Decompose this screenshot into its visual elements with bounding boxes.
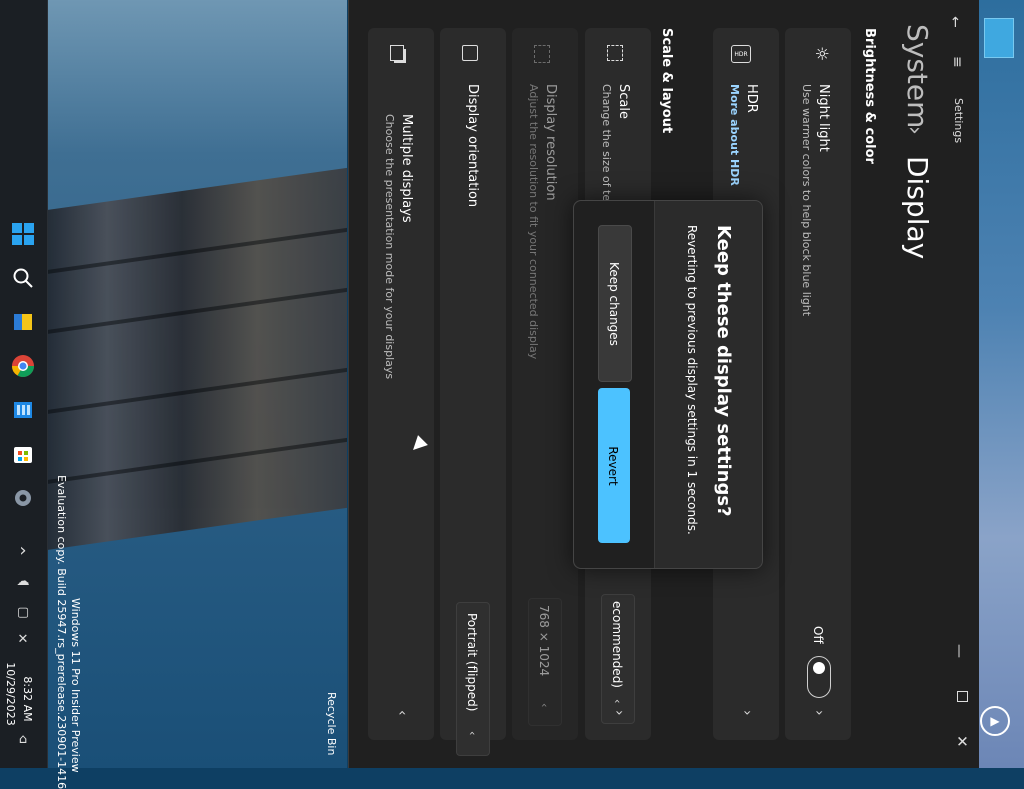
- back-arrow-icon[interactable]: ←: [947, 16, 963, 28]
- chevron-right-icon[interactable]: ‹: [394, 710, 410, 716]
- settings-gear-icon[interactable]: [10, 485, 36, 511]
- store-icon[interactable]: [10, 441, 36, 467]
- resolution-dropdown: 768 × 1024 ‹: [528, 598, 562, 726]
- scale-value: ecommended): [610, 601, 624, 688]
- maximize-button[interactable]: [957, 691, 968, 702]
- recycle-bin-label[interactable]: Recycle Bin: [325, 692, 338, 755]
- chrome-icon[interactable]: [10, 353, 36, 379]
- file-explorer-icon[interactable]: [10, 309, 36, 335]
- orientation-title: Display orientation: [465, 84, 480, 208]
- watermark-line1: Windows 11 Pro Insider Preview: [69, 598, 82, 773]
- desktop-app-icon[interactable]: [984, 18, 1014, 58]
- night-light-subtitle: Use warmer colors to help block blue lig…: [800, 84, 813, 317]
- sun-icon: ☼: [811, 46, 831, 62]
- orientation-icon: [462, 45, 478, 61]
- chevron-expand-icon[interactable]: ›: [14, 540, 32, 561]
- hdr-link[interactable]: More about HDR: [728, 84, 741, 186]
- section-scale-layout: Scale & layout: [659, 28, 674, 134]
- scale-icon: [607, 45, 623, 61]
- watermark-line2: Evaluation copy. Build 25947.rs_prerelea…: [55, 475, 68, 789]
- keep-changes-button[interactable]: Keep changes: [598, 225, 632, 382]
- chevron-down-icon[interactable]: ›: [811, 710, 827, 716]
- menu-hamburger-icon[interactable]: ≡: [949, 56, 965, 68]
- start-icon[interactable]: [10, 221, 36, 247]
- resolution-value: 768 × 1024: [537, 605, 551, 677]
- onedrive-icon[interactable]: ☁: [14, 572, 32, 590]
- hdr-title: HDR: [744, 84, 759, 113]
- chevron-down-icon[interactable]: ›: [739, 710, 755, 716]
- desktop-wallpaper-right: ▶: [978, 0, 1024, 768]
- orientation-value: Portrait (flipped): [465, 613, 479, 712]
- app-title: Settings: [952, 98, 965, 144]
- scale-subtitle: Change the size of te: [600, 84, 613, 202]
- night-light-state: Off: [811, 626, 825, 644]
- section-brightness-color: Brightness & color: [862, 28, 877, 164]
- night-light-toggle[interactable]: [807, 656, 831, 698]
- resolution-subtitle: Adjust the resolution to fit your connec…: [527, 84, 540, 360]
- multiple-displays-icon: [390, 45, 404, 61]
- notification-bell-icon[interactable]: ⌂: [14, 730, 32, 748]
- keep-display-settings-dialog: Keep changes Revert Keep these display s…: [573, 200, 763, 569]
- resolution-title: Display resolution: [543, 84, 558, 201]
- taskbar: › ☁ ▢ ✕ 8:32 AM 10/29/2023 ⌂: [0, 0, 48, 768]
- multiple-displays-card[interactable]: Multiple displays Choose the presentatio…: [368, 28, 434, 740]
- chevron-down-icon: ‹: [538, 703, 551, 708]
- night-light-title: Night light: [816, 84, 831, 152]
- dialog-message: Reverting to previous display settings i…: [685, 225, 699, 535]
- chevron-down-icon: ‹: [466, 731, 479, 736]
- page-title: Display: [901, 156, 934, 260]
- scale-title: Scale: [616, 84, 631, 119]
- chevron-down-icon: ‹: [611, 699, 624, 704]
- media-app-icon[interactable]: [10, 397, 36, 423]
- breadcrumb-separator: ›: [902, 126, 927, 135]
- minimize-button[interactable]: —: [951, 644, 967, 658]
- power-icon[interactable]: ▶: [980, 706, 1010, 736]
- wallpaper-deck-image: [47, 167, 347, 550]
- display-resolution-card: Display resolution Adjust the resolution…: [512, 28, 578, 740]
- breadcrumb-parent[interactable]: System: [901, 24, 934, 128]
- keep-changes-label: Keep changes: [607, 261, 621, 346]
- hdr-icon: HDR: [731, 45, 751, 63]
- display-orientation-card[interactable]: Display orientation Portrait (flipped) ‹: [440, 28, 506, 756]
- multiple-displays-subtitle: Choose the presentation mode for your di…: [383, 114, 396, 380]
- search-icon[interactable]: [10, 265, 36, 291]
- resolution-icon: [534, 45, 550, 63]
- dialog-button-area: Keep changes Revert: [574, 201, 655, 568]
- network-icon[interactable]: ▢: [14, 603, 32, 621]
- revert-label: Revert: [606, 445, 620, 486]
- scale-dropdown[interactable]: ecommended) ‹: [601, 594, 635, 724]
- night-light-card[interactable]: ☼ Night light Use warmer colors to help …: [785, 28, 851, 740]
- close-button[interactable]: ✕: [953, 735, 971, 748]
- dialog-title: Keep these display settings?: [713, 225, 734, 517]
- chevron-down-icon[interactable]: ›: [611, 710, 627, 716]
- orientation-dropdown[interactable]: Portrait (flipped) ‹: [456, 602, 490, 756]
- revert-button[interactable]: Revert: [598, 388, 630, 543]
- multiple-displays-title: Multiple displays: [399, 114, 414, 223]
